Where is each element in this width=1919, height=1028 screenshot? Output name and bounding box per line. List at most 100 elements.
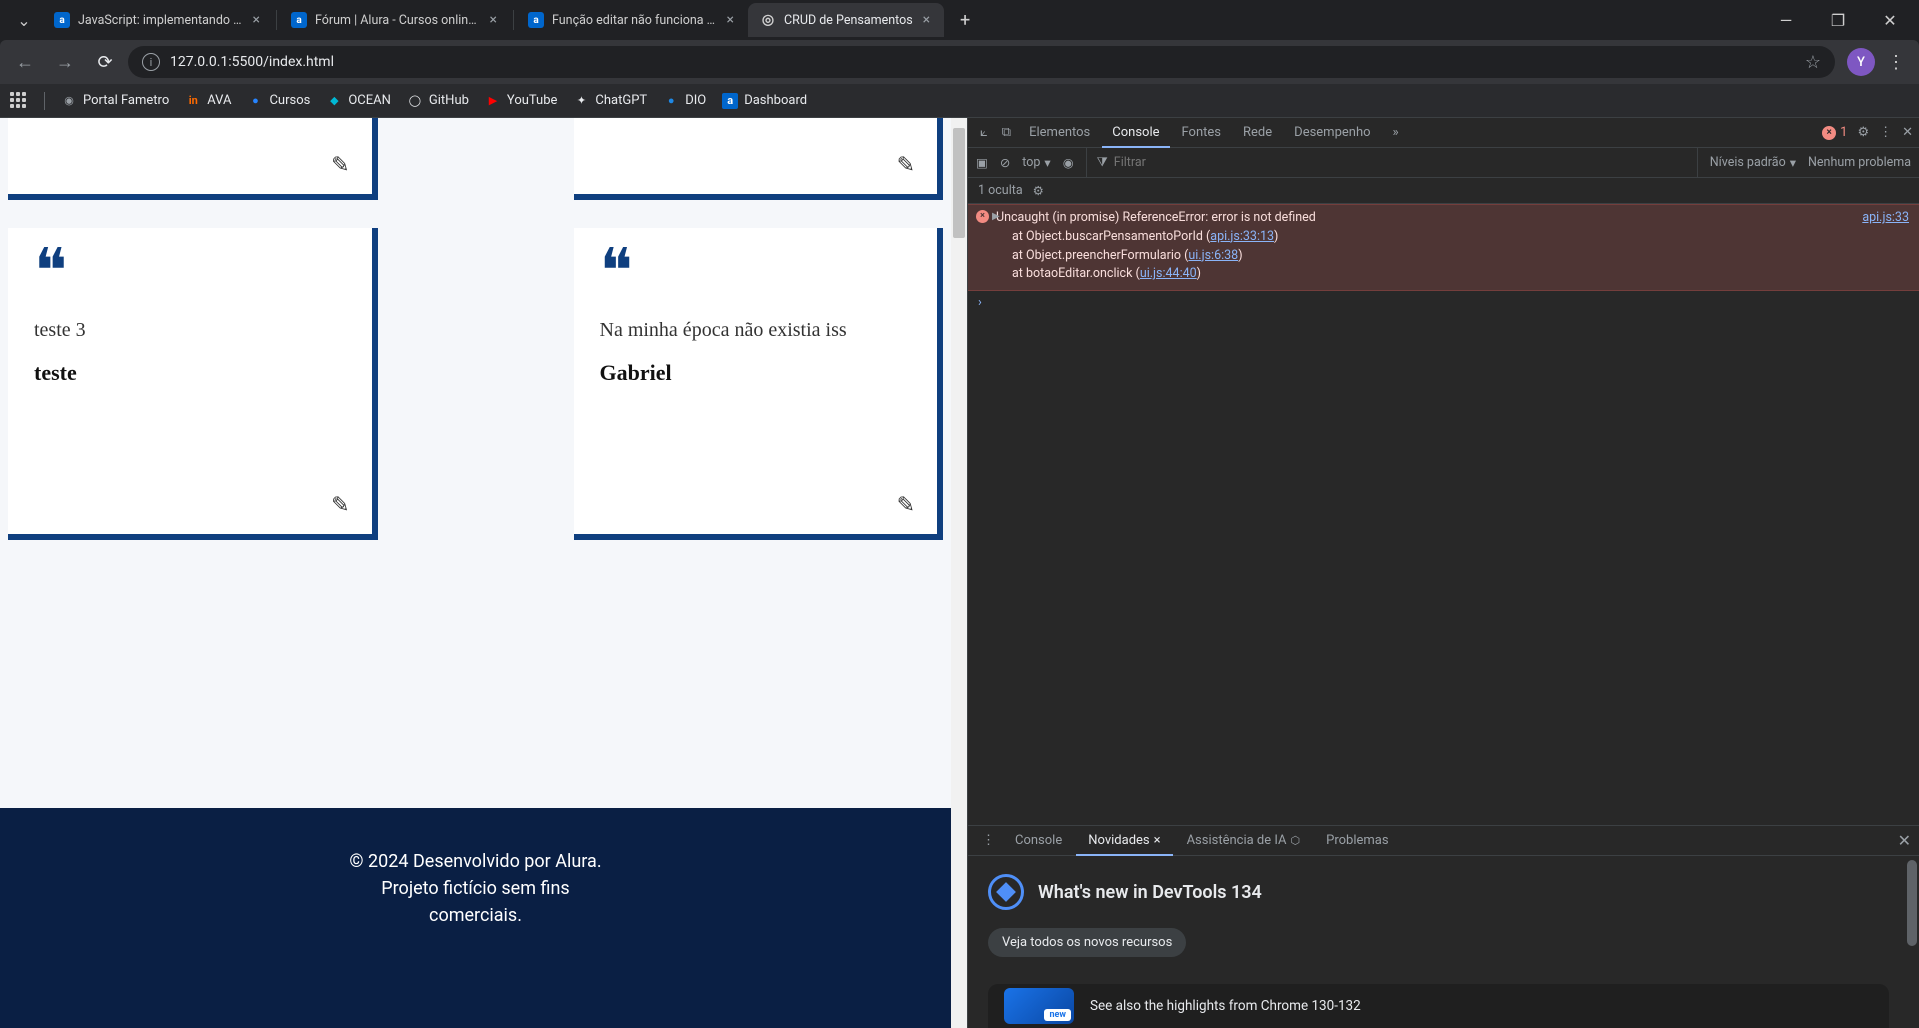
tab-1[interactable]: aJavaScript: implementando CRU× (42, 3, 274, 37)
devtools-tabs-overflow-icon[interactable]: » (1383, 118, 1409, 147)
edit-icon[interactable]: ✎ (331, 153, 349, 178)
context-selector[interactable]: top▾ (1022, 155, 1050, 171)
page-footer: © 2024 Desenvolvido por Alura. Projeto f… (0, 808, 951, 1028)
scroll-thumb[interactable] (1907, 860, 1917, 946)
stack-link[interactable]: ui.js:6:38 (1188, 248, 1238, 263)
bookmark-cursos[interactable]: ●Cursos (247, 93, 310, 109)
bookmark-ava[interactable]: inAVA (185, 93, 231, 109)
apps-icon[interactable] (10, 92, 28, 110)
tab-3[interactable]: aFunção editar não funciona | Ja× (516, 3, 748, 37)
drawer-tabs: ⋮ Console Novidades× Assistência de IA⬡ … (968, 826, 1919, 856)
close-tab-icon[interactable]: × (488, 12, 499, 28)
stack-link[interactable]: api.js:33:13 (1210, 229, 1274, 244)
devtools-menu-icon[interactable]: ⋮ (1879, 125, 1892, 140)
tab-4[interactable]: ◎CRUD de Pensamentos× (748, 3, 944, 37)
maximize-icon[interactable]: ❐ (1823, 11, 1853, 30)
new-tab-button[interactable]: + (950, 5, 980, 35)
expand-arrow-icon[interactable]: ▶ (992, 209, 1000, 224)
stack-text: at Object.preencherFormulario ( (1012, 248, 1188, 263)
bookmark-star-icon[interactable]: ☆ (1805, 52, 1821, 73)
devtools-tab-network[interactable]: Rede (1233, 118, 1282, 147)
thought-card: ❝ teste 3 teste ✎ (8, 228, 378, 540)
bookmark-github[interactable]: ◯GitHub (407, 93, 469, 109)
filter-input[interactable] (1114, 155, 1687, 170)
minimize-icon[interactable]: ― (1771, 11, 1801, 30)
devtools-drawer: ⋮ Console Novidades× Assistência de IA⬡ … (968, 825, 1919, 1028)
close-tab-icon[interactable]: × (725, 12, 736, 28)
devtools-tab-console[interactable]: Console (1102, 119, 1169, 148)
console-settings-icon[interactable]: ⚙ (1033, 183, 1044, 199)
bookmark-label: Cursos (269, 93, 310, 108)
bookmark-ocean[interactable]: ◆OCEAN (326, 93, 391, 109)
drawer-menu-icon[interactable]: ⋮ (976, 833, 1001, 848)
favicon: a (54, 12, 70, 28)
bookmark-label: DIO (685, 93, 706, 108)
devtools-tab-elements[interactable]: Elementos (1019, 118, 1100, 147)
stack-text: at Object.buscarPensamentoPorId ( (1012, 229, 1210, 244)
error-source-link[interactable]: api.js:33 (1862, 209, 1909, 228)
clear-console-icon[interactable]: ⊘ (1000, 155, 1010, 171)
profile-avatar[interactable]: Y (1847, 48, 1875, 76)
sidebar-toggle-icon[interactable]: ▣ (976, 155, 988, 171)
edit-icon[interactable]: ✎ (331, 493, 349, 518)
edit-icon[interactable]: ✎ (897, 153, 915, 178)
close-tab-icon[interactable]: × (251, 12, 262, 28)
close-drawer-tab-icon[interactable]: × (1154, 833, 1161, 848)
device-toolbar-icon[interactable]: ⧉ (996, 125, 1017, 140)
footer-line: Projeto fictício sem fins (349, 875, 601, 902)
error-count: 1 (1840, 125, 1847, 140)
address-bar: ← → ⟳ i 127.0.0.1:5500/index.html ☆ Y ⋮ (0, 40, 1919, 84)
console-error-entry[interactable]: × ▶ api.js:33 Uncaught (in promise) Refe… (968, 204, 1919, 291)
devtools-close-icon[interactable]: ✕ (1902, 125, 1913, 140)
page-scrollbar[interactable] (951, 118, 967, 1028)
console-prompt[interactable]: › (968, 291, 1919, 314)
highlight-card[interactable]: new See also the highlights from Chrome … (988, 984, 1889, 1028)
footer-line: comerciais. (349, 902, 601, 929)
favicon: a (291, 12, 307, 28)
reload-button[interactable]: ⟳ (88, 45, 122, 79)
drawer-scrollbar[interactable] (1905, 856, 1919, 1028)
devtools-tab-performance[interactable]: Desempenho (1284, 118, 1380, 147)
bookmark-label: AVA (207, 93, 231, 108)
drawer-tab-label: Assistência de IA (1187, 833, 1287, 848)
bookmark-label: OCEAN (348, 93, 391, 108)
drawer-close-icon[interactable]: ✕ (1898, 831, 1911, 850)
tab-2[interactable]: aFórum | Alura - Cursos online d× (279, 3, 511, 37)
bookmark-dio[interactable]: ●DIO (663, 93, 706, 109)
drawer-tab-ai-assist[interactable]: Assistência de IA⬡ (1175, 826, 1313, 855)
close-window-icon[interactable]: ✕ (1875, 11, 1905, 30)
stack-link[interactable]: ui.js:44:40 (1140, 266, 1197, 281)
tab-title: CRUD de Pensamentos (784, 13, 913, 28)
see-all-chip[interactable]: Veja todos os novos recursos (988, 928, 1186, 957)
scroll-thumb[interactable] (953, 128, 965, 238)
browser-menu-icon[interactable]: ⋮ (1881, 52, 1911, 73)
live-expression-icon[interactable]: ◉ (1063, 155, 1074, 171)
highlight-badge: new (1004, 988, 1074, 1024)
edit-icon[interactable]: ✎ (897, 493, 915, 518)
tab-search-dropdown[interactable]: ⌄ (10, 6, 38, 34)
inspect-icon[interactable]: ⟀ (974, 125, 994, 140)
stack-suffix: ) (1238, 248, 1242, 263)
error-badge[interactable]: ×1 (1822, 125, 1847, 140)
drawer-tab-problems[interactable]: Problemas (1314, 826, 1400, 855)
site-info-icon[interactable]: i (142, 53, 160, 71)
drawer-tab-whatsnew[interactable]: Novidades× (1076, 827, 1172, 856)
settings-gear-icon[interactable]: ⚙ (1857, 125, 1869, 140)
error-message: Uncaught (in promise) ReferenceError: er… (996, 210, 1316, 225)
bookmark-chatgpt[interactable]: ✦ChatGPT (573, 93, 647, 109)
no-issues-label: Nenhum problema (1808, 155, 1911, 170)
devtools-tab-sources[interactable]: Fontes (1172, 118, 1232, 147)
drawer-tab-console[interactable]: Console (1003, 826, 1074, 855)
log-levels-selector[interactable]: Níveis padrão▾ (1710, 155, 1796, 171)
console-filter[interactable]: ⧩ (1086, 148, 1698, 177)
thought-card: ❝ teste teste ✎ (8, 118, 378, 200)
bookmark-dashboard[interactable]: aDashboard (722, 93, 807, 109)
back-button[interactable]: ← (8, 45, 42, 79)
filter-icon: ⧩ (1097, 155, 1108, 170)
forward-button[interactable]: → (48, 45, 82, 79)
bookmark-youtube[interactable]: ▶YouTube (485, 93, 558, 109)
close-tab-icon[interactable]: × (921, 12, 932, 28)
console-subbar: 1 oculta ⚙ (968, 178, 1919, 204)
url-input[interactable]: i 127.0.0.1:5500/index.html ☆ (128, 46, 1835, 78)
bookmark-portal-fametro[interactable]: ◉Portal Fametro (61, 93, 169, 109)
